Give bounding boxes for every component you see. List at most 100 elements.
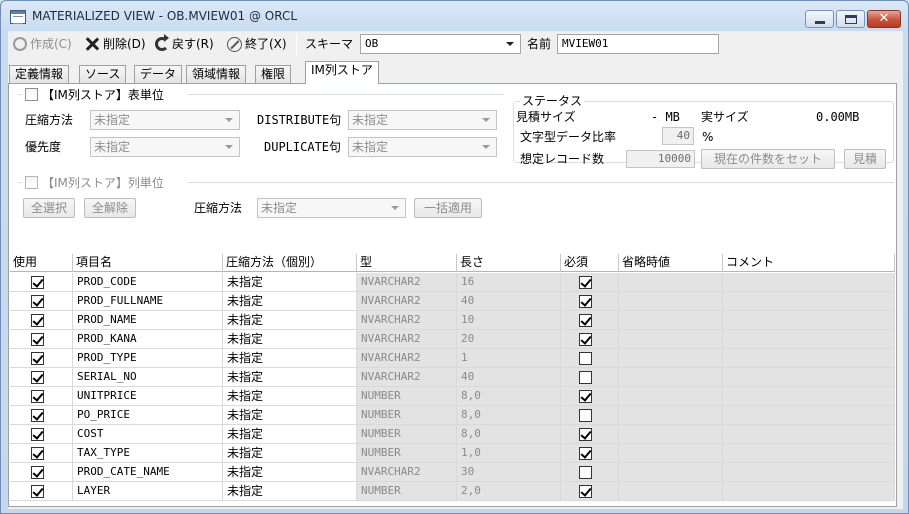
comment-cell <box>723 368 895 387</box>
set-current-count-button[interactable]: 現在の件数をセット <box>701 149 835 169</box>
compression-cell[interactable]: 未指定 <box>223 349 357 368</box>
tab-data[interactable]: データ <box>134 65 183 84</box>
tab-privileges[interactable]: 権限 <box>255 65 292 84</box>
maximize-button[interactable] <box>836 10 865 28</box>
header-use[interactable]: 使用 <box>10 254 73 272</box>
revert-button[interactable]: 戻す(R) <box>155 34 214 53</box>
header-type[interactable]: 型 <box>357 254 457 272</box>
table-row[interactable]: TAX_TYPE 未指定 NUMBER 1,0 <box>10 444 895 463</box>
priority-select[interactable]: 未指定 <box>90 137 240 157</box>
table-row[interactable]: PROD_FULLNAME 未指定 NVARCHAR2 40 <box>10 292 895 311</box>
duplicate-select[interactable]: 未指定 <box>348 137 497 157</box>
comment-cell <box>723 292 895 311</box>
length-cell: 1 <box>457 349 561 368</box>
table-row[interactable]: SERIAL_NO 未指定 NVARCHAR2 40 <box>10 368 895 387</box>
use-cell <box>10 330 73 349</box>
table-row[interactable]: LAYER 未指定 NUMBER 2,0 <box>10 482 895 501</box>
column-unit-checkbox[interactable] <box>25 176 38 189</box>
tab-source[interactable]: ソース <box>79 65 127 84</box>
use-checkbox[interactable] <box>31 333 44 346</box>
use-checkbox[interactable] <box>31 295 44 308</box>
column-compression-select[interactable]: 未指定 <box>257 198 406 218</box>
delete-label: 削除(D) <box>103 37 146 51</box>
name-input[interactable]: MVIEW01 <box>557 34 719 54</box>
estimated-size-label: 見積サイズ <box>516 110 576 124</box>
compression-select[interactable]: 未指定 <box>90 110 240 130</box>
use-checkbox[interactable] <box>31 314 44 327</box>
record-count-label: 想定レコード数 <box>520 152 605 166</box>
required-cell <box>561 406 619 425</box>
use-checkbox[interactable] <box>31 371 44 384</box>
tab-storage[interactable]: 領域情報 <box>186 65 247 84</box>
table-row[interactable]: PROD_TYPE 未指定 NVARCHAR2 1 <box>10 349 895 368</box>
select-all-button[interactable]: 全選択 <box>23 198 75 218</box>
create-button[interactable]: 作成(C) <box>13 36 72 53</box>
close-button[interactable]: ✕ <box>867 10 901 28</box>
compression-cell[interactable]: 未指定 <box>223 368 357 387</box>
table-unit-checkbox[interactable] <box>25 88 38 101</box>
length-cell: 8,0 <box>457 406 561 425</box>
header-comment[interactable]: コメント <box>723 254 895 272</box>
compression-cell[interactable]: 未指定 <box>223 482 357 501</box>
exit-button[interactable]: 終了(X) <box>227 36 287 53</box>
priority-value: 未指定 <box>94 140 131 154</box>
use-checkbox[interactable] <box>31 390 44 403</box>
minimize-button[interactable] <box>805 10 834 28</box>
header-required[interactable]: 必須 <box>561 254 619 272</box>
schema-select[interactable]: OB <box>360 34 521 54</box>
char-ratio-input[interactable]: 40 <box>662 127 694 145</box>
compression-cell[interactable]: 未指定 <box>223 463 357 482</box>
table-row[interactable]: PROD_NAME 未指定 NVARCHAR2 10 <box>10 311 895 330</box>
apply-all-button[interactable]: 一括適用 <box>414 198 482 218</box>
column-compression-label: 圧縮方法 <box>194 201 243 215</box>
default-cell <box>619 330 723 349</box>
header-length[interactable]: 長さ <box>457 254 561 272</box>
use-checkbox[interactable] <box>31 485 44 498</box>
required-checkbox <box>579 409 592 422</box>
header-name[interactable]: 項目名 <box>73 254 223 272</box>
use-checkbox[interactable] <box>31 276 44 289</box>
compression-cell[interactable]: 未指定 <box>223 406 357 425</box>
compression-cell[interactable]: 未指定 <box>223 330 357 349</box>
table-row[interactable]: PROD_CODE 未指定 NVARCHAR2 16 <box>10 273 895 292</box>
compression-cell[interactable]: 未指定 <box>223 292 357 311</box>
deselect-all-button[interactable]: 全解除 <box>84 198 136 218</box>
tab-definition[interactable]: 定義情報 <box>9 65 70 84</box>
type-cell: NVARCHAR2 <box>357 463 457 482</box>
table-row[interactable]: PO_PRICE 未指定 NUMBER 8,0 <box>10 406 895 425</box>
record-count-input[interactable]: 10000 <box>626 150 695 168</box>
use-checkbox[interactable] <box>31 352 44 365</box>
use-checkbox[interactable] <box>31 409 44 422</box>
table-row[interactable]: UNITPRICE 未指定 NUMBER 8,0 <box>10 387 895 406</box>
chevron-down-icon <box>506 42 514 46</box>
compression-cell[interactable]: 未指定 <box>223 425 357 444</box>
delete-button[interactable]: 削除(D) <box>84 36 146 53</box>
use-checkbox[interactable] <box>31 428 44 441</box>
distribute-select[interactable]: 未指定 <box>348 110 497 130</box>
estimate-button[interactable]: 見積 <box>844 149 886 169</box>
compression-cell[interactable]: 未指定 <box>223 311 357 330</box>
grid-header: 使用 項目名 圧縮方法（個別） 型 長さ 必須 省略時値 コメント <box>10 254 895 272</box>
compression-cell[interactable]: 未指定 <box>223 273 357 292</box>
estimated-size-value: - MB <box>651 110 680 124</box>
use-cell <box>10 482 73 501</box>
required-cell <box>561 387 619 406</box>
table-row[interactable]: COST 未指定 NUMBER 8,0 <box>10 425 895 444</box>
header-compression[interactable]: 圧縮方法（個別） <box>223 254 357 272</box>
header-default[interactable]: 省略時値 <box>619 254 723 272</box>
comment-cell <box>723 406 895 425</box>
compression-cell[interactable]: 未指定 <box>223 387 357 406</box>
comment-cell <box>723 311 895 330</box>
chevron-down-icon <box>391 206 399 210</box>
tab-im-column-store[interactable]: IM列ストア <box>305 61 379 84</box>
required-cell <box>561 463 619 482</box>
use-checkbox[interactable] <box>31 466 44 479</box>
use-cell <box>10 311 73 330</box>
use-checkbox[interactable] <box>31 447 44 460</box>
length-cell: 20 <box>457 330 561 349</box>
table-row[interactable]: PROD_KANA 未指定 NVARCHAR2 20 <box>10 330 895 349</box>
table-row[interactable]: PROD_CATE_NAME 未指定 NVARCHAR2 30 <box>10 463 895 482</box>
compression-cell[interactable]: 未指定 <box>223 444 357 463</box>
required-checkbox <box>579 447 592 460</box>
name-label: 名前 <box>527 37 552 51</box>
